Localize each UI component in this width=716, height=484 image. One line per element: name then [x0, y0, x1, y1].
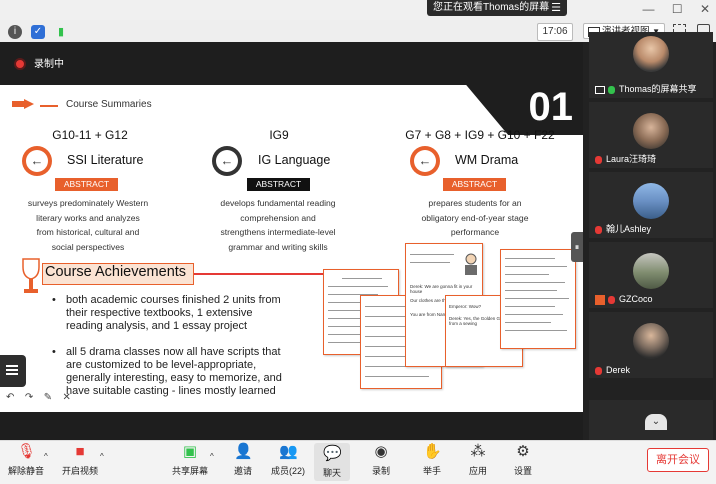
info-icon[interactable]: i — [8, 25, 22, 39]
meeting-timer: 17:06 — [537, 23, 573, 41]
share-screen-button[interactable]: ▣ 共享屏幕 — [172, 443, 208, 477]
panel-collapse-handle[interactable]: ⏸ — [571, 232, 583, 262]
apps-button[interactable]: ⁂ 应用 — [463, 443, 493, 477]
video-off-icon: ■ — [75, 443, 85, 460]
chevron-down-icon[interactable]: ⌄ — [645, 414, 667, 430]
course-name: WM Drama — [455, 153, 519, 167]
achievements-title: Course Achievements — [45, 264, 187, 280]
close-icon[interactable]: ✕ — [700, 2, 710, 16]
video-tile[interactable]: Derek — [589, 312, 713, 378]
achievement-bullet: • both academic courses finished 2 units… — [52, 294, 281, 332]
user-icon — [595, 295, 605, 305]
course-grades: G7 + G8 + IG9 + G10 + F22 — [405, 128, 555, 142]
maximize-icon[interactable]: ☐ — [672, 2, 683, 16]
participant-name: 翰儿Ashley — [595, 222, 651, 235]
course-description: prepares students for an obligatory end-o… — [421, 198, 529, 237]
undo-icon[interactable]: ↶ — [6, 390, 14, 406]
start-video-button[interactable]: ■ 开启视频 — [62, 443, 98, 477]
participant-name: Derek — [595, 365, 630, 375]
avatar — [633, 183, 669, 219]
menu-icon[interactable]: ☰ — [551, 0, 561, 16]
abstract-badge: ABSTRACT — [443, 178, 506, 191]
banner-text: 您正在观看Thomas的屏幕 — [433, 2, 550, 13]
settings-button[interactable]: ⚙ 设置 — [508, 443, 538, 477]
pen-icon[interactable]: ✎ — [44, 390, 52, 406]
screen-share-icon — [595, 85, 605, 94]
signal-icon[interactable]: ▮ — [54, 25, 68, 39]
top-strip — [0, 0, 716, 20]
recording-indicator: 录制中 — [14, 55, 64, 71]
course-name: IG Language — [258, 153, 331, 167]
microphone-muted-icon — [595, 225, 602, 234]
window-controls: — ☐ ✕ — [628, 2, 710, 16]
screen-share-banner[interactable]: 您正在观看Thomas的屏幕 ☰ — [427, 0, 567, 16]
record-icon: ◉ — [374, 443, 388, 460]
raise-hand-button[interactable]: ✋ 举手 — [417, 443, 447, 477]
annotation-tools: ↶ ↷ ✎ ✕ — [0, 387, 90, 403]
back-arrow-icon: ← — [22, 146, 52, 176]
shield-icon[interactable]: ✓ — [31, 25, 45, 39]
course-description: surveys predominately Western literary wo… — [27, 198, 149, 252]
hand-icon: ✋ — [423, 443, 442, 460]
course-grades: G10-11 + G12 — [52, 128, 128, 142]
section-title: Course Summaries — [66, 99, 152, 110]
slide-number: 01 — [528, 85, 574, 129]
apps-icon: ⁂ — [470, 443, 486, 460]
course-grades: IG9 — [269, 128, 289, 142]
microphone-muted-icon — [595, 155, 602, 164]
presentation-slide: 01 Course Summaries G10-11 + G12 ← SSI L… — [0, 85, 583, 412]
avatar — [633, 113, 669, 149]
close-icon[interactable]: ✕ — [63, 390, 71, 406]
unmute-button[interactable]: 🎙 解除静音 — [8, 443, 44, 477]
redo-icon[interactable]: ↷ — [25, 390, 33, 406]
script-document — [500, 249, 576, 349]
chat-button[interactable]: 💬 聊天 — [314, 443, 350, 481]
trophy-icon — [22, 258, 40, 293]
character-icon — [465, 253, 477, 275]
leave-meeting-button[interactable]: 离开会议 — [647, 448, 709, 472]
abstract-badge: ABSTRACT — [247, 178, 310, 191]
participant-name: Thomas的屏幕共享 — [595, 82, 697, 95]
abstract-badge: ABSTRACT — [55, 178, 118, 191]
chevron-up-icon[interactable]: ^ — [100, 452, 104, 461]
course-description: develops fundamental reading comprehensio… — [220, 198, 336, 252]
chevron-up-icon[interactable]: ^ — [210, 452, 214, 461]
record-button[interactable]: ◉ 录制 — [366, 443, 396, 477]
minimize-icon[interactable]: — — [642, 2, 654, 16]
invite-button[interactable]: 👤 邀请 — [228, 443, 258, 477]
meeting-controls — [0, 440, 716, 484]
chevron-up-icon[interactable]: ^ — [44, 452, 48, 461]
course-name: SSI Literature — [67, 153, 144, 167]
annotation-menu-button[interactable] — [0, 355, 26, 387]
recording-label: 录制中 — [34, 59, 64, 70]
video-tile[interactable]: 翰儿Ashley — [589, 172, 713, 238]
avatar — [633, 323, 669, 359]
avatar — [633, 36, 669, 72]
chat-icon: 💬 — [323, 445, 342, 462]
share-screen-icon: ▣ — [182, 443, 198, 460]
participants-icon: 👥 — [279, 443, 298, 460]
video-tile[interactable]: GZCoco — [589, 242, 713, 308]
video-tile[interactable]: Laura汪琦琦 — [589, 102, 713, 168]
microphone-muted-icon: 🎙 — [17, 443, 37, 460]
back-arrow-icon: ← — [212, 146, 242, 176]
divider — [40, 105, 58, 107]
video-tile[interactable]: Thomas的屏幕共享 — [589, 32, 713, 98]
participant-name: Laura汪琦琦 — [595, 152, 656, 165]
menu-icon — [6, 365, 18, 367]
achievement-bullet: • all 5 drama classes now all have scrip… — [52, 346, 282, 397]
back-arrow-icon: ← — [410, 146, 440, 176]
gear-icon: ⚙ — [516, 443, 530, 460]
arrow-icon — [12, 99, 34, 109]
microphone-muted-icon — [608, 296, 615, 304]
microphone-icon — [608, 85, 615, 94]
avatar — [633, 253, 669, 289]
record-dot-icon — [14, 58, 26, 71]
microphone-muted-icon — [595, 366, 602, 375]
participants-button[interactable]: 👥 成员(22) — [270, 443, 306, 477]
participant-name: GZCoco — [595, 294, 653, 305]
add-user-icon: 👤 — [234, 443, 253, 460]
